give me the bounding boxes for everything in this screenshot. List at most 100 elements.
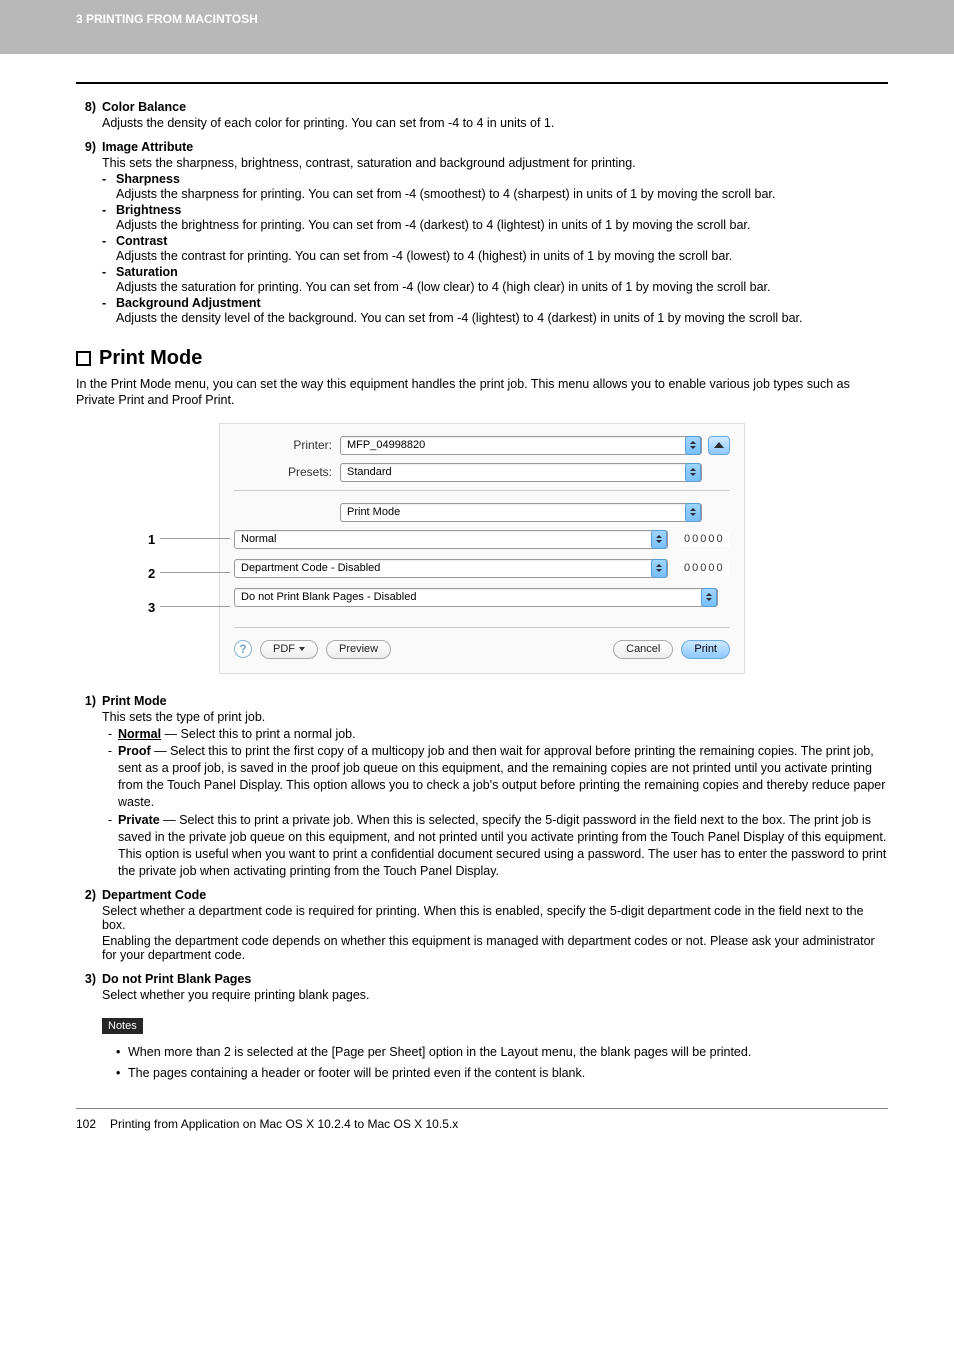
desc-1-number: 1) bbox=[76, 694, 96, 708]
desc-3-number: 3) bbox=[76, 972, 96, 986]
printer-label: Printer: bbox=[234, 438, 340, 452]
blank-pages-select[interactable]: Do not Print Blank Pages - Disabled bbox=[234, 588, 718, 607]
presets-label: Presets: bbox=[234, 465, 340, 479]
note-1-text: When more than 2 is selected at the [Pag… bbox=[128, 1044, 751, 1061]
item-9: 9) Image Attribute bbox=[76, 140, 888, 154]
presets-value: Standard bbox=[347, 466, 392, 478]
opt-normal: - Normal — Select this to print a normal… bbox=[102, 726, 888, 743]
page-footer: 102 Printing from Application on Mac OS … bbox=[76, 1108, 888, 1131]
sub-contrast: - Contrast bbox=[102, 234, 888, 248]
chapter-title: 3 PRINTING FROM MACINTOSH bbox=[76, 12, 258, 26]
printer-select[interactable]: MFP_04998820 bbox=[340, 436, 702, 455]
item-9-number: 9) bbox=[76, 140, 96, 154]
sub-brightness: - Brightness bbox=[102, 203, 888, 217]
panel-select[interactable]: Print Mode bbox=[340, 503, 702, 522]
notes-list: When more than 2 is selected at the [Pag… bbox=[116, 1044, 888, 1082]
page-content: 8) Color Balance Adjusts the density of … bbox=[0, 54, 954, 1149]
opt-private: - Private — Select this to print a priva… bbox=[102, 812, 888, 880]
sub-background: - Background Adjustment bbox=[102, 296, 888, 310]
section-intro: In the Print Mode menu, you can set the … bbox=[76, 376, 888, 409]
stepper-icon bbox=[701, 588, 717, 607]
help-button[interactable]: ? bbox=[234, 640, 252, 658]
dept-code-value: Department Code - Disabled bbox=[241, 562, 380, 574]
print-button[interactable]: Print bbox=[681, 640, 730, 659]
desc-3-text: Select whether you require printing blan… bbox=[102, 988, 888, 1002]
note-2: The pages containing a header or footer … bbox=[116, 1065, 888, 1082]
stepper-icon bbox=[651, 559, 667, 578]
printer-value: MFP_04998820 bbox=[347, 439, 425, 451]
brightness-desc: Adjusts the brightness for printing. You… bbox=[116, 218, 888, 232]
sub-saturation: - Saturation bbox=[102, 265, 888, 279]
presets-select[interactable]: Standard bbox=[340, 463, 702, 482]
panel-value: Print Mode bbox=[347, 506, 400, 518]
dialog-button-row: ? PDF Preview Cancel Print bbox=[234, 640, 730, 659]
sub-sharpness: - Sharpness bbox=[102, 172, 888, 186]
preview-button[interactable]: Preview bbox=[326, 640, 391, 659]
password-field[interactable]: 00000 bbox=[680, 532, 730, 547]
desc-item-3: 3) Do not Print Blank Pages bbox=[76, 972, 888, 986]
print-mode-select[interactable]: Normal bbox=[234, 530, 668, 549]
opt-row-2: Department Code - Disabled 00000 bbox=[234, 559, 730, 578]
callout-line-1 bbox=[160, 538, 230, 539]
top-rule bbox=[76, 82, 888, 84]
chevron-down-icon bbox=[299, 647, 305, 651]
dialog-divider-2 bbox=[234, 627, 730, 628]
desc-item-1: 1) Print Mode bbox=[76, 694, 888, 708]
bullet-icon bbox=[116, 1065, 128, 1082]
contrast-label: Contrast bbox=[116, 234, 167, 248]
callout-3: 3 bbox=[148, 600, 155, 615]
bullet-icon bbox=[116, 1044, 128, 1061]
dialog-screenshot: 1 2 3 Printer: MFP_04998820 Presets: Sta… bbox=[76, 423, 888, 674]
desc-2-number: 2) bbox=[76, 888, 96, 902]
dept-code-select[interactable]: Department Code - Disabled bbox=[234, 559, 668, 578]
sharpness-label: Sharpness bbox=[116, 172, 180, 186]
printer-row: Printer: MFP_04998820 bbox=[234, 436, 730, 455]
brightness-label: Brightness bbox=[116, 203, 181, 217]
chapter-header: 3 PRINTING FROM MACINTOSH bbox=[0, 0, 954, 54]
section-print-mode-title: Print Mode bbox=[76, 347, 888, 370]
item-9-title: Image Attribute bbox=[102, 140, 193, 154]
desc-2-p2: Enabling the department code depends on … bbox=[102, 934, 888, 962]
dept-code-field[interactable]: 00000 bbox=[680, 561, 730, 576]
saturation-label: Saturation bbox=[116, 265, 178, 279]
opt-proof-tail: — Select this to print the first copy of… bbox=[118, 744, 885, 809]
note-2-text: The pages containing a header or footer … bbox=[128, 1065, 585, 1082]
print-mode-value: Normal bbox=[241, 533, 276, 545]
contrast-desc: Adjusts the contrast for printing. You c… bbox=[116, 249, 888, 263]
background-label: Background Adjustment bbox=[116, 296, 261, 310]
opt-private-label: Private bbox=[118, 813, 160, 827]
stepper-icon bbox=[651, 530, 667, 549]
desc-3-title: Do not Print Blank Pages bbox=[102, 972, 251, 986]
opt-private-tail: — Select this to print a private job. Wh… bbox=[118, 813, 886, 878]
item-8: 8) Color Balance bbox=[76, 100, 888, 114]
stepper-icon bbox=[685, 503, 701, 522]
item-8-desc: Adjusts the density of each color for pr… bbox=[102, 116, 888, 130]
presets-row: Presets: Standard bbox=[234, 463, 730, 482]
pdf-button[interactable]: PDF bbox=[260, 640, 318, 659]
callout-2: 2 bbox=[148, 566, 155, 581]
desc-1-text: This sets the type of print job. bbox=[102, 710, 888, 724]
background-desc: Adjusts the density level of the backgro… bbox=[116, 311, 888, 325]
panel-row: Print Mode bbox=[234, 503, 730, 522]
desc-1-title: Print Mode bbox=[102, 694, 167, 708]
preview-label: Preview bbox=[339, 643, 378, 655]
triangle-up-icon bbox=[714, 442, 724, 448]
stepper-icon bbox=[685, 436, 701, 455]
item-8-title: Color Balance bbox=[102, 100, 186, 114]
dialog-divider-1 bbox=[234, 490, 730, 491]
item-9-desc: This sets the sharpness, brightness, con… bbox=[102, 156, 888, 170]
pdf-label: PDF bbox=[273, 643, 295, 655]
note-1: When more than 2 is selected at the [Pag… bbox=[116, 1044, 888, 1061]
opt-normal-tail: — Select this to print a normal job. bbox=[161, 727, 356, 741]
cancel-label: Cancel bbox=[626, 643, 660, 655]
expand-button[interactable] bbox=[708, 436, 730, 455]
section-title-text: Print Mode bbox=[99, 347, 202, 370]
desc-2-title: Department Code bbox=[102, 888, 206, 902]
print-dialog: 1 2 3 Printer: MFP_04998820 Presets: Sta… bbox=[219, 423, 745, 674]
desc-item-2: 2) Department Code bbox=[76, 888, 888, 902]
item-8-number: 8) bbox=[76, 100, 96, 114]
cancel-button[interactable]: Cancel bbox=[613, 640, 673, 659]
callout-1: 1 bbox=[148, 532, 155, 547]
opt-normal-label: Normal bbox=[118, 727, 161, 741]
square-bullet-icon bbox=[76, 351, 91, 366]
